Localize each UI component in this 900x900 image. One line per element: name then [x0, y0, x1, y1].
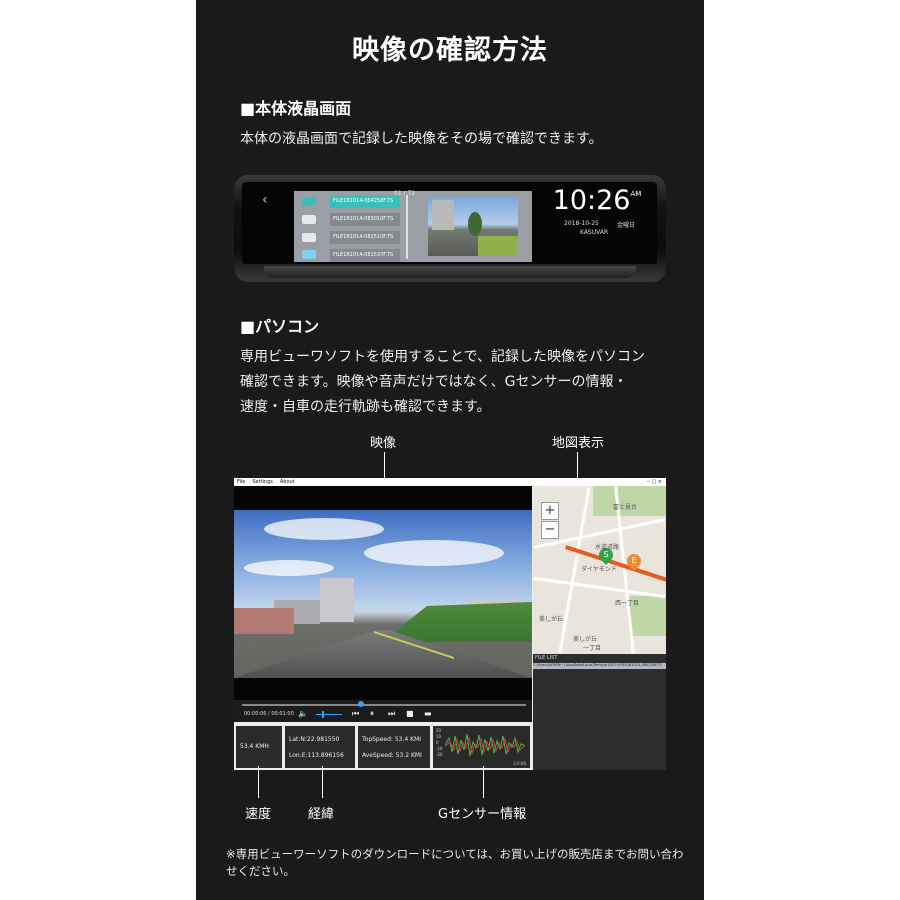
- zoom-out-button[interactable]: −: [541, 521, 559, 539]
- window-controls[interactable]: ‒ □ ×: [647, 478, 662, 486]
- mirror-file-item[interactable]: FILE181014-082510F.TS: [330, 231, 400, 244]
- menu-file[interactable]: File: [237, 479, 245, 485]
- map-label: 水道道路: [595, 544, 620, 551]
- cloud: [264, 518, 384, 540]
- preview-tree: [468, 212, 482, 236]
- map-label: 富士見台: [613, 504, 638, 511]
- video-frame: [234, 510, 532, 678]
- map-label: 西一丁目: [615, 600, 640, 607]
- volume-handle[interactable]: [322, 711, 324, 718]
- seek-bar[interactable]: [242, 704, 526, 706]
- gsensor-waveform: [445, 733, 526, 757]
- label-speed: 速度: [245, 807, 272, 822]
- menu-bar: File Settings About ‒ □ ×: [234, 478, 666, 486]
- camera-icon[interactable]: [302, 215, 316, 224]
- label-map: 地図表示: [552, 436, 605, 451]
- back-icon[interactable]: ‹: [262, 192, 268, 208]
- graph-time: 2:0:00: [513, 761, 526, 766]
- file-list-panel: FILE LIST C:/Users/ADMIN~1/AppData/Local…: [533, 654, 666, 770]
- latitude: Lat:N:22.981550: [289, 736, 340, 743]
- menu-settings[interactable]: Settings: [252, 479, 273, 485]
- folder-icon[interactable]: ▬: [424, 709, 432, 718]
- callout-line: [258, 766, 259, 798]
- video-player[interactable]: [234, 486, 532, 700]
- download-note: ※専用ビューワーソフトのダウンロードについては、お買い上げの販売店までお問い合わ…: [226, 847, 684, 878]
- volume-slider[interactable]: [316, 714, 342, 715]
- list-scrollbar[interactable]: [406, 195, 408, 259]
- preview-grass: [478, 236, 518, 256]
- mirror-screen: ‹ 01 / 72 FILE181014-084258F.TS FILE1810…: [242, 182, 657, 264]
- mirror-date: 2018-10-25: [564, 220, 599, 227]
- video-file-icon[interactable]: [302, 197, 316, 206]
- mirror-device: ‹ 01 / 72 FILE181014-084258F.TS FILE1810…: [234, 175, 666, 282]
- playback-time: 00:00:06 / 00:01:00: [244, 711, 294, 717]
- page-title: 映像の確認方法: [352, 35, 548, 66]
- volume-icon[interactable]: 🔈: [298, 709, 308, 718]
- lock-file-icon[interactable]: [302, 250, 316, 259]
- map-label: 美しが丘: [573, 636, 598, 643]
- viewer-software: File Settings About ‒ □ × 00:00:06 / 00:01…: [234, 478, 666, 770]
- file-list-title: FILE LIST: [535, 655, 558, 661]
- pause-icon[interactable]: ⏸: [370, 709, 374, 719]
- mirror-brand: KASUVAR: [580, 229, 609, 236]
- section-heading-pc: ■パソコン: [240, 317, 320, 336]
- mirror-file-item[interactable]: FILE181014-081537F.TS: [330, 249, 400, 262]
- callout-line: [322, 766, 323, 798]
- map-label: 一丁目: [583, 645, 602, 652]
- map-view[interactable]: + − S E 富士見台 水道道路 ダイヤモンド 美しが丘 西一丁目 美しが丘 …: [533, 486, 666, 654]
- graph-axis: 20 10 0 -10 -20: [436, 728, 443, 757]
- text-line: 専用ビューワソフトを使用することで、記録した映像をパソコン: [240, 349, 646, 365]
- mirror-preview[interactable]: [428, 198, 518, 256]
- next-icon[interactable]: ⏭: [388, 709, 395, 719]
- section-text-lcd: 本体の液晶画面で記録した映像をその場で確認できます。: [240, 131, 603, 147]
- seek-handle[interactable]: [358, 701, 364, 707]
- previous-icon[interactable]: ⏮: [352, 709, 359, 719]
- section-text-pc: 専用ビューワソフトを使用することで、記録した映像をパソコン 確認できます。映像や…: [240, 345, 680, 420]
- map-park: [593, 486, 666, 516]
- file-list-item[interactable]: C:/Users/ADMIN~1/AppData/Local/Temp/dr42…: [533, 663, 666, 669]
- photo-icon[interactable]: [302, 233, 316, 242]
- info-panel: 53.4 KMH Lat:N:22.981550 Lon:E:113.89615…: [234, 722, 532, 770]
- section-heading-lcd: ■本体液晶画面: [240, 99, 352, 118]
- mirror-lip: [264, 266, 636, 278]
- cloud: [244, 560, 334, 576]
- text-line: 確認できます。映像や音声だけではなく、Gセンサーの情報・: [240, 374, 628, 390]
- label-gsensor: Gセンサー情報: [438, 807, 527, 822]
- map-label: 美しが丘: [539, 616, 564, 623]
- product-panel: 映像の確認方法 ■本体液晶画面 本体の液晶画面で記録した映像をその場で確認できま…: [196, 0, 704, 900]
- menu-about[interactable]: About: [280, 479, 295, 485]
- building: [320, 578, 354, 622]
- speed-stats-box: TopSpeed: 53.4 KMI AveSpeed: 53.2 KMI: [358, 726, 430, 768]
- ave-speed: AveSpeed: 53.2 KMI: [362, 752, 422, 759]
- mirror-weekday: 金曜日: [617, 222, 636, 229]
- stop-icon[interactable]: ■: [406, 709, 414, 718]
- longitude: Lon:E:113.896156: [289, 752, 344, 759]
- latlon-box: Lat:N:22.981550 Lon:E:113.896156: [285, 726, 355, 768]
- label-latlon: 経緯: [308, 807, 335, 822]
- mirror-clock: 10:26AM: [552, 185, 642, 216]
- top-speed: TopSpeed: 53.4 KMI: [362, 736, 422, 743]
- mirror-file-item[interactable]: FILE181014-083010F.TS: [330, 213, 400, 226]
- cloud: [364, 540, 504, 566]
- callout-line: [483, 766, 484, 798]
- mirror-file-item[interactable]: FILE181014-084258F.TS: [330, 195, 400, 208]
- shop-building: [234, 608, 294, 634]
- map-label: ダイヤモンド: [581, 566, 617, 573]
- preview-building: [432, 200, 454, 230]
- gsensor-graph: 20 10 0 -10 -20 2:0:00: [433, 726, 530, 768]
- zoom-in-button[interactable]: +: [541, 502, 559, 520]
- speed-box: 53.4 KMH: [236, 726, 282, 768]
- player-controls: 00:00:06 / 00:01:00 🔈 ⏮ ⏸ ⏭ ■ ▬: [234, 700, 532, 722]
- map-road: [533, 576, 666, 599]
- text-line: 速度・自車の走行軌跡も確認できます。: [240, 399, 491, 415]
- end-pin-icon[interactable]: E: [624, 551, 644, 571]
- speed-value: 53.4 KMH: [240, 743, 269, 750]
- label-video: 映像: [370, 436, 397, 451]
